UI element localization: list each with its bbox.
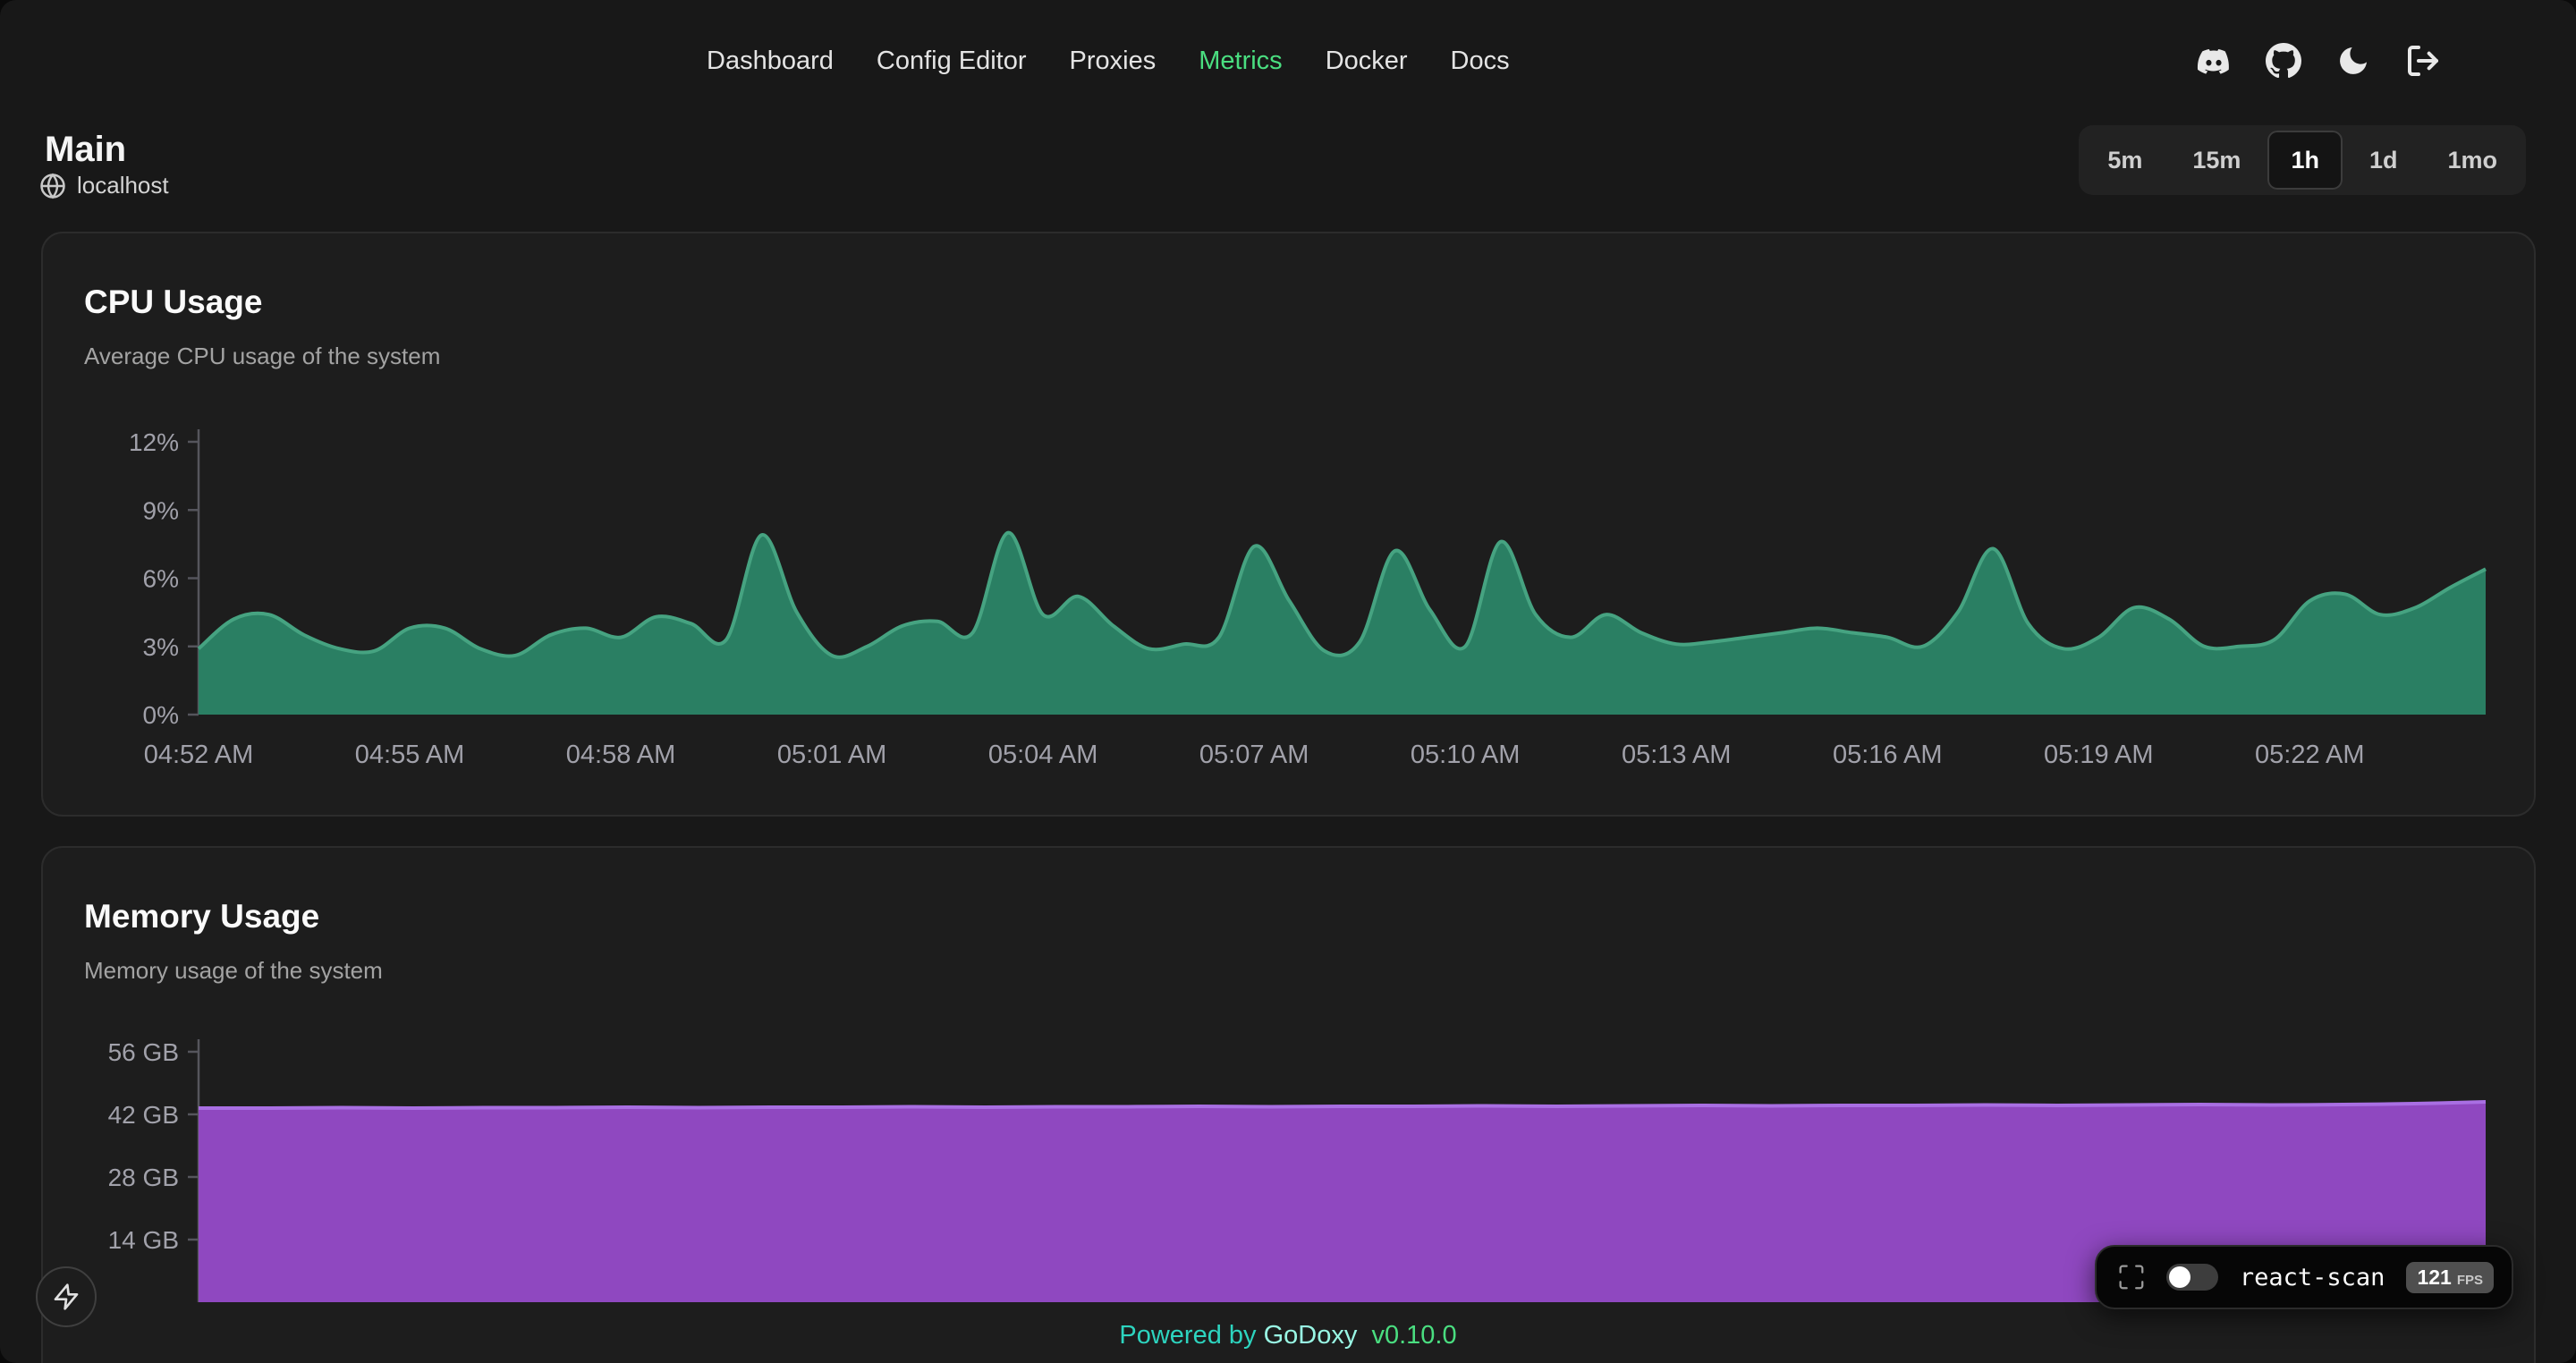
version-label: v0.10.0 — [1371, 1321, 1456, 1350]
host-label: localhost — [77, 172, 169, 199]
react-scan-toolbar: react-scan 121 FPS — [2095, 1245, 2513, 1309]
cpu-usage-card: CPU Usage Average CPU usage of the syste… — [41, 232, 2536, 817]
lightning-icon — [52, 1283, 80, 1311]
toggle-knob — [2169, 1266, 2190, 1288]
discord-icon[interactable] — [2195, 42, 2233, 80]
cpu-usage-chart[interactable]: 0% 3% 6% 9% 12% 04:52 AM 04:55 AM 04:58 AM 05:01… — [43, 233, 2536, 817]
react-scan-toggle[interactable] — [2166, 1264, 2218, 1291]
host-row: localhost — [39, 172, 169, 199]
powered-by-text: Powered by — [1119, 1321, 1256, 1350]
svg-text:05:16 AM: 05:16 AM — [1833, 741, 1943, 769]
quick-actions-button[interactable] — [36, 1266, 97, 1327]
svg-text:14 GB: 14 GB — [108, 1226, 179, 1254]
inspect-icon[interactable] — [2118, 1262, 2145, 1292]
svg-text:6%: 6% — [143, 565, 179, 593]
fps-unit: FPS — [2457, 1273, 2483, 1288]
svg-text:05:19 AM: 05:19 AM — [2044, 741, 2154, 769]
svg-text:42 GB: 42 GB — [108, 1101, 179, 1129]
page-title: Main — [45, 130, 126, 170]
time-range-15m[interactable]: 15m — [2169, 131, 2264, 190]
svg-text:04:52 AM: 04:52 AM — [144, 741, 254, 769]
react-scan-label: react-scan — [2240, 1264, 2385, 1291]
svg-text:05:10 AM: 05:10 AM — [1411, 741, 1521, 769]
time-range-1mo[interactable]: 1mo — [2424, 131, 2521, 190]
nav-item-config-editor[interactable]: Config Editor — [877, 47, 1027, 76]
main-nav: Dashboard Config Editor Proxies Metrics Dock… — [707, 0, 1510, 122]
nav-item-docker[interactable]: Docker — [1326, 47, 1408, 76]
top-nav-bar: Dashboard Config Editor Proxies Metrics Dock… — [0, 0, 2576, 122]
github-icon[interactable] — [2265, 42, 2302, 80]
nav-item-proxies[interactable]: Proxies — [1070, 47, 1157, 76]
svg-text:9%: 9% — [143, 496, 179, 524]
svg-text:04:58 AM: 04:58 AM — [566, 741, 676, 769]
logout-icon[interactable] — [2404, 42, 2442, 80]
svg-text:05:04 AM: 05:04 AM — [988, 741, 1098, 769]
fps-badge: 121 FPS — [2406, 1262, 2494, 1293]
svg-text:05:22 AM: 05:22 AM — [2255, 741, 2365, 769]
time-range-1d[interactable]: 1d — [2346, 131, 2421, 190]
fps-value: 121 — [2417, 1266, 2451, 1290]
svg-text:05:01 AM: 05:01 AM — [777, 741, 887, 769]
svg-text:0%: 0% — [143, 701, 179, 729]
svg-text:56 GB: 56 GB — [108, 1038, 179, 1066]
time-range-1h[interactable]: 1h — [2267, 131, 2343, 190]
footer: Powered by GoDoxy v0.10.0 — [0, 1321, 2576, 1350]
app-root: Dashboard Config Editor Proxies Metrics Dock… — [0, 0, 2576, 1363]
nav-item-dashboard[interactable]: Dashboard — [707, 47, 834, 76]
svg-text:05:13 AM: 05:13 AM — [1622, 741, 1732, 769]
time-range-5m[interactable]: 5m — [2084, 131, 2165, 190]
nav-item-docs[interactable]: Docs — [1451, 47, 1510, 76]
svg-text:05:07 AM: 05:07 AM — [1199, 741, 1309, 769]
time-range-selector: 5m15m1h1d1mo — [2079, 125, 2526, 195]
globe-icon — [39, 173, 66, 199]
svg-text:28 GB: 28 GB — [108, 1164, 179, 1191]
nav-item-metrics[interactable]: Metrics — [1199, 47, 1282, 76]
godoxy-link[interactable]: GoDoxy — [1264, 1321, 1358, 1350]
svg-text:3%: 3% — [143, 633, 179, 661]
moon-icon[interactable] — [2334, 42, 2372, 80]
svg-text:04:55 AM: 04:55 AM — [355, 741, 465, 769]
header-icons — [2195, 0, 2442, 122]
svg-text:12%: 12% — [129, 428, 179, 456]
